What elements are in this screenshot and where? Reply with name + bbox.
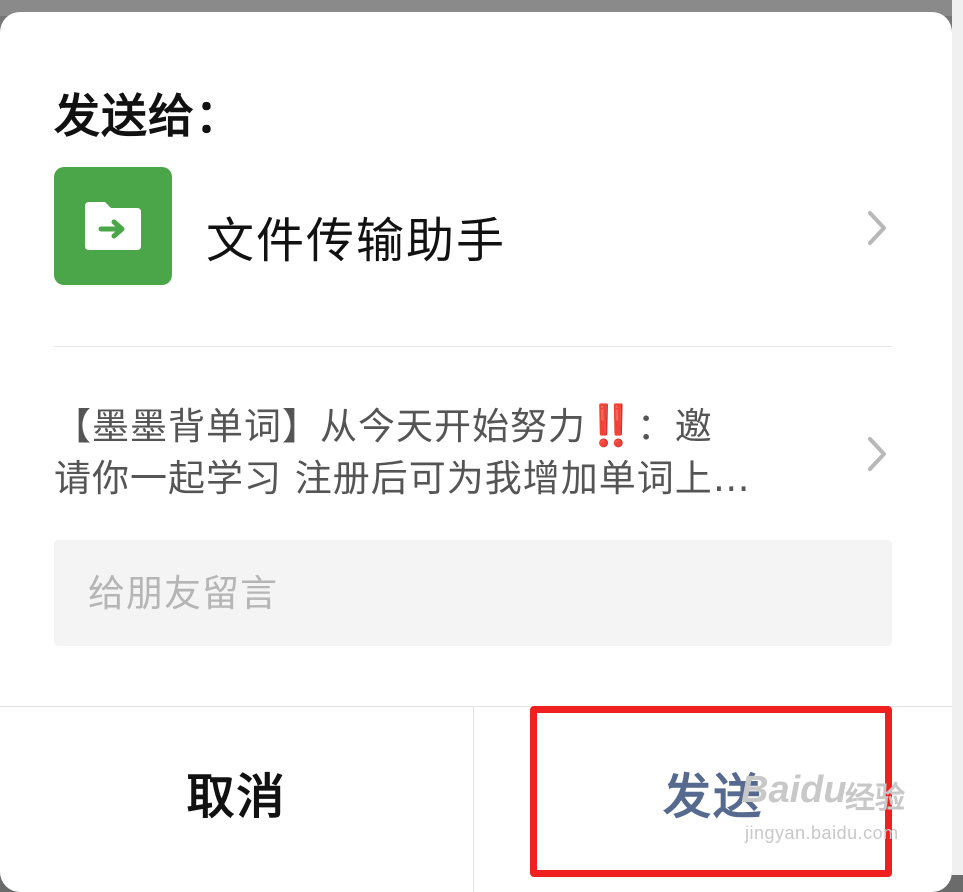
cancel-button[interactable]: 取消: [0, 707, 473, 877]
chevron-right-icon: [866, 436, 888, 472]
background-edge: [952, 0, 963, 875]
recipient-name: 文件传输助手: [206, 201, 506, 271]
shared-content-line-2: 请你一起学习 注册后可为我增加单词上…: [54, 453, 814, 505]
message-input[interactable]: [54, 540, 892, 646]
double-exclamation-icon: ‼️: [586, 403, 637, 449]
recipient-row[interactable]: 文件传输助手: [54, 167, 892, 287]
share-dialog: 发送给： 文件传输助手 【墨墨背单词】从今天开始努力‼️：邀 请你一起学习 注册…: [0, 12, 952, 892]
message-field-container: [54, 540, 892, 646]
folder-arrow-icon: [54, 167, 172, 285]
shared-content-line-1: 【墨墨背单词】从今天开始努力‼️：邀: [54, 400, 814, 453]
shared-content-title: 【墨墨背单词】从今天开始努力: [54, 405, 586, 448]
send-button[interactable]: 发送: [474, 707, 952, 877]
shared-content-row[interactable]: 【墨墨背单词】从今天开始努力‼️：邀 请你一起学习 注册后可为我增加单词上…: [54, 400, 892, 500]
dialog-title: 发送给：: [54, 80, 242, 146]
section-divider: [54, 346, 892, 347]
shared-content-suffix: ：邀: [637, 405, 713, 448]
shared-content-text: 【墨墨背单词】从今天开始努力‼️：邀 请你一起学习 注册后可为我增加单词上…: [54, 400, 814, 505]
chevron-right-icon: [866, 210, 888, 246]
